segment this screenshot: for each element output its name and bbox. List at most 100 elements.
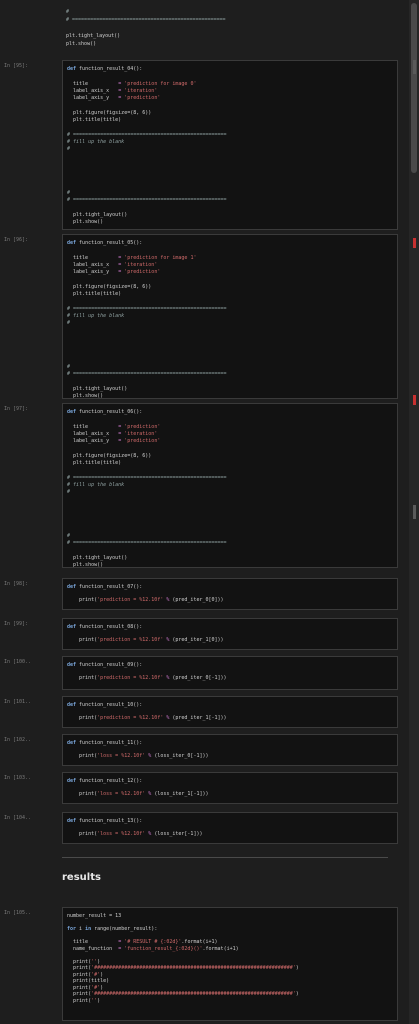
scroll-marker (413, 505, 416, 519)
code-line: label_axis_y = 'prediction' (67, 269, 160, 275)
code-token: print( (67, 831, 98, 837)
code-token: print( (67, 958, 92, 965)
code-token: % (145, 831, 155, 837)
code-token: plt.show() (67, 219, 104, 226)
code-line: label_axis_x = 'iteration' (67, 431, 157, 437)
code-token: def (67, 818, 80, 824)
code-token: 'prediction' (124, 438, 161, 445)
code-token: '# RESULT # {:02d}' (124, 939, 182, 945)
code-line: print('prediction = %12.10f' % (pred_ite… (67, 675, 227, 681)
code-token: def (67, 409, 80, 415)
code-token: def (67, 584, 80, 590)
code-line: print('#################################… (67, 965, 299, 971)
code-line: print('prediction = %12.10f' % (pred_ite… (67, 715, 227, 721)
code-cell[interactable]: def function_result_10(): print('predict… (62, 696, 398, 728)
code-token: 'iteration' (124, 87, 158, 94)
code-cell[interactable]: def function_result_04(): title = 'predi… (62, 60, 398, 230)
code-token: 'loss = %12.10f' (97, 791, 146, 797)
code-cell[interactable]: def function_result_09(): print('predict… (62, 656, 398, 690)
cell-prompt: In [97]: (4, 406, 29, 412)
code-token: # fill up the blank (67, 139, 125, 145)
code-token: # (67, 489, 71, 496)
code-token: print( (67, 984, 92, 991)
code-cell[interactable]: number_result = 13 for i in range(number_… (62, 907, 398, 1021)
code-line: def function_result_11(): (67, 740, 142, 746)
code-line: plt.show() (67, 562, 103, 568)
code-token: title (67, 80, 119, 87)
scrollbar-thumb[interactable] (411, 3, 417, 173)
code-token: def (67, 624, 80, 630)
code-token: label_axis_y (67, 438, 119, 445)
code-token: title (67, 939, 119, 945)
code-token: print( (67, 971, 92, 978)
code-line: # (67, 320, 70, 326)
code-token: 'prediction' (124, 423, 161, 430)
code-token: def (67, 662, 80, 668)
cell-prompt: In [101.. (4, 699, 32, 705)
code-line: plt.figure(figsize=(8, 6)) (67, 453, 151, 459)
code-cell[interactable]: def function_result_13(): print('loss = … (62, 812, 398, 844)
code-token: ) (97, 997, 101, 1004)
code-cell[interactable]: def function_result_07(): print('predict… (62, 578, 398, 610)
code-line: print('prediction = %12.10f' % (pred_ite… (67, 597, 224, 603)
cell-prompt: In [99]: (4, 621, 29, 627)
code-token: print( (67, 675, 98, 681)
code-line: # (67, 489, 70, 495)
code-line: plt.tight_layout() (67, 212, 127, 218)
code-line: for i in range(number_result): (67, 926, 157, 932)
cell-prompt: In [102.. (4, 737, 32, 743)
code-line: # fill up the blank (67, 139, 124, 145)
code-line: def function_result_09(): (67, 662, 142, 668)
code-token: # ======================================… (67, 371, 227, 378)
code-line: title = 'prediction for image 0' (67, 81, 196, 87)
code-token: 'prediction for image 1' (124, 254, 197, 261)
code-token: function_result_11(): (79, 740, 143, 746)
code-cell[interactable]: def function_result_11(): print('loss = … (62, 734, 398, 766)
code-line: print('prediction = %12.10f' % (pred_ite… (67, 637, 224, 643)
code-token: # (67, 320, 71, 327)
code-token: ) (100, 984, 104, 991)
code-line: label_axis_y = 'prediction' (67, 95, 160, 101)
code-token: plt.title(title) (67, 291, 122, 298)
code-line: def function_result_07(): (67, 584, 142, 590)
code-token: 'prediction' (124, 95, 161, 102)
code-token: # (67, 533, 71, 540)
code-token: % (145, 791, 155, 797)
code-token: # fill up the blank (67, 313, 125, 319)
code-token: number_result = 13 (67, 913, 122, 919)
code-line: print('#') (67, 985, 103, 991)
code-cell[interactable]: def function_result_12(): print('loss = … (62, 772, 398, 804)
code-token: plt.show() (67, 393, 104, 400)
code-line: plt.tight_layout() (67, 386, 127, 392)
code-line: print('#################################… (67, 991, 299, 997)
code-token: print(title) (67, 978, 110, 984)
code-token: 'prediction = %12.10f' (97, 715, 164, 721)
code-token: plt.tight_layout() (66, 33, 121, 39)
code-line: # ======================================… (67, 475, 227, 481)
code-token: label_axis_x (67, 430, 119, 437)
code-cell[interactable]: def function_result_06(): title = 'predi… (62, 403, 398, 568)
code-token: plt.show() (67, 562, 104, 569)
code-token: 'prediction = %12.10f' (97, 675, 164, 681)
code-token: function_result_04(): (79, 66, 143, 72)
code-cell[interactable]: def function_result_08(): print('predict… (62, 618, 398, 650)
code-cell[interactable]: def function_result_05(): title = 'predi… (62, 234, 398, 399)
code-line: plt.show() (67, 393, 103, 399)
code-token: # ======================================… (66, 17, 226, 23)
code-token: (pred_iter_1[-1])) (172, 715, 227, 721)
code-line: name_function = 'function_result_{:02d}(… (67, 946, 239, 952)
code-token: plt.figure(figsize=(8, 6)) (67, 109, 152, 116)
code-line: # ======================================… (67, 132, 227, 138)
code-token: def (67, 240, 80, 246)
code-token: function_result_10(): (79, 702, 143, 708)
code-token: '#######################################… (91, 991, 296, 997)
code-cell[interactable]: # # =====================================… (62, 4, 398, 50)
code-token: label_axis_y (67, 269, 119, 276)
code-line: plt.title(title) (67, 291, 121, 297)
code-token: name_function (67, 945, 119, 952)
code-token: 'prediction for image 0' (124, 80, 197, 87)
vertical-scrollbar[interactable] (409, 0, 419, 1024)
code-line: label_axis_x = 'iteration' (67, 262, 157, 268)
code-line: # (67, 364, 70, 370)
code-token: (pred_iter_0[-1])) (172, 675, 227, 681)
